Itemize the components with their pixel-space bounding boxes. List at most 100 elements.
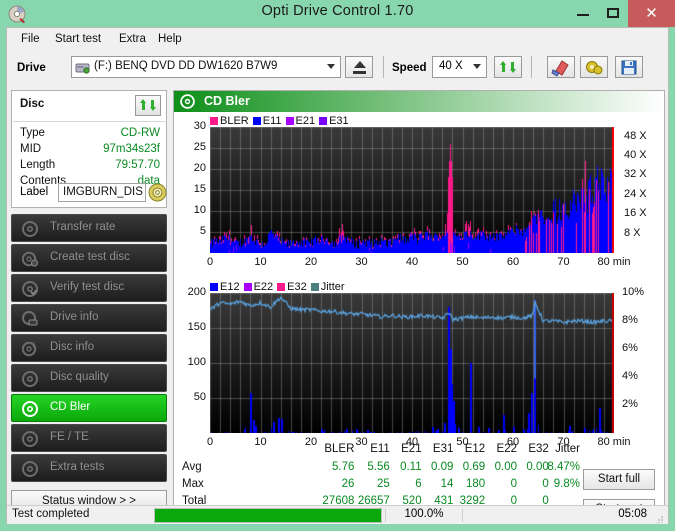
elapsed-time: 05:08 <box>618 508 647 520</box>
stats-cell: 9.8% <box>553 478 580 490</box>
sidebar-item-fe-te[interactable]: FE / TE <box>11 424 167 452</box>
menu-file[interactable]: File <box>15 31 46 48</box>
disc-row-length-value: 79:57.70 <box>115 159 160 171</box>
disc-row-mid-value: 97m34s23f <box>103 143 160 155</box>
sidebar-item-disc-quality[interactable]: Disc quality <box>11 364 167 392</box>
menu-help[interactable]: Help <box>152 31 188 48</box>
sidebar-label: Create test disc <box>50 251 130 263</box>
refresh-icon <box>140 99 156 111</box>
drive-value: (F:) BENQ DVD DD DW1620 B7W9 <box>94 60 278 72</box>
chart2-ytick: 100 <box>187 356 206 368</box>
chevron-down-icon <box>473 64 481 69</box>
chart1-rtick: 48 X <box>624 129 647 142</box>
chart1-ytick: 20 <box>193 162 206 174</box>
close-button[interactable]: ✕ <box>628 0 675 27</box>
disc-row-type-key: Type <box>20 127 45 139</box>
chart2-xtick: 10 <box>254 436 267 448</box>
drive-select[interactable]: (F:) BENQ DVD DD DW1620 B7W9 <box>71 56 341 78</box>
disc-row-mid: MID 97m34s23f <box>12 143 168 159</box>
chevron-down-icon <box>327 64 335 69</box>
sidebar-item-disc-info[interactable]: i Disc info <box>11 334 167 362</box>
chart2-rtick: 6% <box>622 342 638 354</box>
toolbar-divider-1 <box>383 56 384 78</box>
chart1-xtick: 40 <box>405 256 419 268</box>
disc-info-box: Disc Type CD-RW MID 97m34s23f Length 79:… <box>11 90 167 208</box>
content-panel: CD Bler BLER E11 E21 E31 E12 E22 E32 Jitter <box>173 90 665 520</box>
refresh-icon <box>500 61 516 73</box>
chart2-ytick: 50 <box>193 391 206 403</box>
status-message: Test completed <box>12 508 90 520</box>
disc-write-icon <box>22 251 38 267</box>
sidebar-item-transfer-rate[interactable]: Transfer rate <box>11 214 167 242</box>
cd-disc-icon[interactable] <box>148 183 167 202</box>
application-window: Opti Drive Control 1.70 ✕ File Start tes… <box>0 0 675 531</box>
chart2-rtick: 2% <box>622 398 638 410</box>
chart2-rtick: 10% <box>622 286 645 298</box>
chart1-ytick: 15 <box>193 183 206 195</box>
disc-check-icon <box>22 281 38 297</box>
disc-fete-icon <box>22 431 38 447</box>
eject-icon <box>354 61 366 68</box>
disc-quality-icon <box>22 371 38 387</box>
chart1-xtick: 50 <box>456 256 469 268</box>
left-panel: Disc Type CD-RW MID 97m34s23f Length 79:… <box>11 90 171 520</box>
sidebar-label: Disc info <box>50 341 95 353</box>
nav-list: Transfer rate Create test disc Verify te… <box>11 214 167 484</box>
eject-button[interactable] <box>345 56 373 78</box>
menu-extra[interactable]: Extra <box>113 31 152 48</box>
chart2-rtick: 4% <box>622 370 638 382</box>
floppy-save-icon <box>621 60 637 75</box>
sidebar-label: Drive info <box>50 311 99 323</box>
sidebar-item-create-test-disc[interactable]: Create test disc <box>11 244 167 272</box>
speed-select[interactable]: 40 X <box>432 56 487 78</box>
disc-row-length: Length 79:57.70 <box>12 159 168 175</box>
chart1-ytick: 5 <box>199 225 206 237</box>
settings-button[interactable] <box>580 56 608 78</box>
stats-row-label: Max <box>182 478 204 490</box>
client-area: File Start test Extra Help Drive (F:) BE… <box>6 27 669 524</box>
disc-label-input[interactable]: IMGBURN_DIS <box>58 183 146 202</box>
speed-value: 40 X <box>439 60 463 72</box>
progress-bar-fill <box>155 509 381 522</box>
start-full-button[interactable]: Start full <box>583 469 655 490</box>
drive-toolbar: Drive (F:) BENQ DVD DD DW1620 B7W9 Speed… <box>7 50 668 88</box>
disc-refresh-button[interactable] <box>135 95 161 116</box>
chart1-xtick: 60 <box>506 256 520 268</box>
chart1-rtick: 40 X <box>624 149 647 162</box>
erase-button[interactable] <box>547 56 575 78</box>
maximize-button[interactable] <box>598 0 628 27</box>
menu-start-test[interactable]: Start test <box>49 31 107 48</box>
sidebar-item-verify-test-disc[interactable]: Verify test disc <box>11 274 167 302</box>
save-button[interactable] <box>615 56 643 78</box>
chart1-xtick: 10 <box>254 256 267 268</box>
chart1-rtick: 24 X <box>624 187 647 200</box>
refresh-button[interactable] <box>494 56 522 78</box>
disc-info-icon: i <box>22 341 37 357</box>
resize-grip-icon[interactable] <box>656 515 664 523</box>
chart2-xtick: 80 min <box>597 436 631 448</box>
chart1-ytick: 25 <box>193 141 206 153</box>
disc-label-row: Label IMGBURN_DIS <box>12 182 168 204</box>
toolbar-divider-2 <box>531 56 532 78</box>
chart2-xtick: 0 <box>206 436 214 448</box>
title-bar: Opti Drive Control 1.70 ✕ <box>0 0 675 27</box>
minimize-button[interactable] <box>568 0 598 27</box>
sidebar-label: FE / TE <box>50 431 89 443</box>
drive-icon <box>75 63 90 74</box>
eraser-icon <box>551 60 569 77</box>
chart1-rtick: 32 X <box>624 168 647 181</box>
chart2-rtick: 8% <box>622 314 638 326</box>
disc-row-type-value: CD-RW <box>120 127 160 139</box>
speed-label: Speed <box>392 62 427 74</box>
sidebar-item-drive-info[interactable]: Drive info <box>11 304 167 332</box>
disc-row-type: Type CD-RW <box>12 127 168 143</box>
sidebar-label: Disc quality <box>50 371 109 383</box>
sidebar-item-extra-tests[interactable]: Extra tests <box>11 454 167 482</box>
sidebar-label: CD Bler <box>50 401 91 413</box>
sidebar-item-cd-bler[interactable]: CD Bler <box>11 394 167 422</box>
disc-bler-icon <box>22 401 38 417</box>
stats-col-header: Jitter <box>555 443 580 455</box>
drive-label: Drive <box>17 62 46 74</box>
chart1-ytick: 30 <box>193 120 206 132</box>
chart-jitter-plot <box>210 293 614 433</box>
